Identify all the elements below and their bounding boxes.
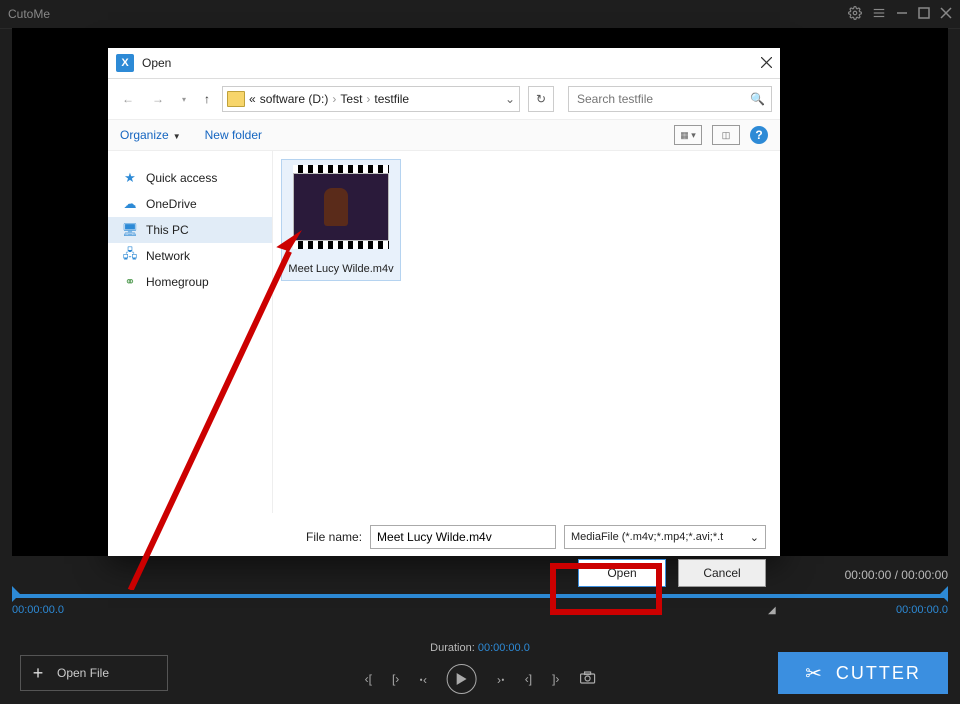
file-name-label: File name: bbox=[306, 530, 362, 544]
help-icon[interactable]: ? bbox=[750, 126, 768, 144]
path-seg-3[interactable]: testfile bbox=[374, 92, 409, 106]
file-name-label: Meet Lucy Wilde.m4v bbox=[288, 262, 393, 276]
address-bar[interactable]: « software (D:) › Test › testfile ⌄ bbox=[222, 86, 520, 112]
mark-in-icon[interactable]: [› bbox=[392, 672, 399, 686]
preview-pane-button[interactable]: ◫ bbox=[712, 125, 740, 145]
star-icon: ★ bbox=[122, 170, 138, 186]
nav-back-icon[interactable]: ← bbox=[116, 90, 140, 108]
open-file-label: Open File bbox=[57, 666, 109, 680]
video-thumbnail bbox=[293, 173, 389, 241]
file-open-dialog: X Open ← → ▾ ↑ « software (D:) › Test › … bbox=[108, 48, 780, 556]
play-button[interactable] bbox=[447, 664, 477, 694]
camera-icon[interactable] bbox=[579, 671, 595, 687]
chevron-right-icon[interactable]: › bbox=[332, 92, 336, 106]
folder-icon bbox=[227, 91, 245, 107]
refresh-button[interactable]: ↻ bbox=[528, 86, 554, 112]
organize-menu[interactable]: Organize▼ bbox=[120, 128, 181, 142]
goto-start-icon[interactable]: ‹[ bbox=[365, 672, 372, 686]
timeline-start-time: 00:00:00.0 bbox=[12, 604, 64, 616]
mark-out-icon[interactable]: ‹] bbox=[525, 672, 532, 686]
dialog-toolbar: Organize▼ New folder ▦ ▾ ◫ ? bbox=[108, 119, 780, 151]
cancel-button[interactable]: Cancel bbox=[678, 559, 766, 587]
search-input[interactable] bbox=[575, 91, 750, 107]
cloud-icon: ☁ bbox=[122, 196, 138, 212]
timeline-end-time: 00:00:00.0 bbox=[896, 604, 948, 616]
dialog-titlebar: X Open bbox=[108, 48, 780, 79]
dialog-title: Open bbox=[142, 56, 171, 70]
file-type-filter[interactable]: MediaFile (*.m4v;*.mp4;*.avi;*.t⌄ bbox=[564, 525, 766, 549]
open-file-button[interactable]: + Open File bbox=[20, 655, 168, 691]
menu-icon[interactable] bbox=[872, 6, 886, 23]
nav-recent-icon[interactable]: ▾ bbox=[176, 93, 192, 106]
settings-icon[interactable] bbox=[848, 6, 862, 23]
search-icon: 🔍 bbox=[750, 92, 765, 106]
file-list-pane[interactable]: Meet Lucy Wilde.m4v bbox=[273, 151, 780, 513]
close-icon[interactable] bbox=[940, 7, 952, 22]
minimize-icon[interactable] bbox=[896, 7, 908, 22]
cutter-button[interactable]: ✂ CUTTER bbox=[778, 652, 948, 694]
nav-quick-access[interactable]: ★ Quick access bbox=[108, 165, 272, 191]
file-name-input[interactable] bbox=[370, 525, 556, 549]
dialog-nav: ← → ▾ ↑ « software (D:) › Test › testfil… bbox=[108, 79, 780, 119]
address-dropdown-icon[interactable]: ⌄ bbox=[505, 92, 515, 106]
chevron-right-icon[interactable]: › bbox=[366, 92, 370, 106]
path-seg-2[interactable]: Test bbox=[340, 92, 362, 106]
cutter-label: CUTTER bbox=[836, 663, 921, 684]
chevron-down-icon: ▼ bbox=[173, 132, 181, 141]
path-prefix: « bbox=[249, 92, 256, 106]
homegroup-icon: ⚭ bbox=[122, 274, 138, 290]
nav-homegroup[interactable]: ⚭ Homegroup bbox=[108, 269, 272, 295]
nav-this-pc[interactable]: 🖥 This PC bbox=[108, 217, 272, 243]
network-icon: 🖧 bbox=[122, 248, 138, 264]
nav-onedrive[interactable]: ☁ OneDrive bbox=[108, 191, 272, 217]
resize-grip-icon[interactable]: ◢ bbox=[768, 605, 778, 615]
goto-end-icon[interactable]: ]› bbox=[552, 672, 559, 686]
next-frame-icon[interactable]: ›ꞏ bbox=[497, 671, 505, 688]
dialog-app-icon: X bbox=[116, 54, 134, 72]
timeline-end-handle[interactable] bbox=[940, 586, 948, 602]
prev-frame-icon[interactable]: ꞏ‹ bbox=[419, 671, 427, 688]
nav-network[interactable]: 🖧 Network bbox=[108, 243, 272, 269]
file-item[interactable]: Meet Lucy Wilde.m4v bbox=[281, 159, 401, 281]
nav-up-icon[interactable]: ↑ bbox=[198, 90, 216, 108]
maximize-icon[interactable] bbox=[918, 7, 930, 22]
app-title: CutoMe bbox=[8, 7, 848, 21]
dialog-body: ★ Quick access ☁ OneDrive 🖥 This PC 🖧 Ne… bbox=[108, 151, 780, 513]
titlebar: CutoMe bbox=[0, 0, 960, 29]
time-display: 00:00:00 / 00:00:00 bbox=[845, 568, 948, 582]
nav-forward-icon[interactable]: → bbox=[146, 90, 170, 108]
chevron-down-icon: ⌄ bbox=[750, 531, 759, 544]
titlebar-controls bbox=[848, 6, 952, 23]
open-button[interactable]: Open bbox=[578, 559, 666, 587]
scissors-icon: ✂ bbox=[805, 661, 824, 686]
monitor-icon: 🖥 bbox=[122, 222, 138, 238]
dialog-close-icon[interactable] bbox=[761, 55, 772, 71]
dialog-footer: File name: MediaFile (*.m4v;*.mp4;*.avi;… bbox=[108, 513, 780, 617]
new-folder-button[interactable]: New folder bbox=[205, 128, 262, 142]
plus-icon: + bbox=[29, 664, 47, 682]
transport-controls: ‹[ [› ꞏ‹ ›ꞏ ‹] ]› bbox=[365, 664, 596, 694]
app-window: CutoMe 00:00:00 / 00:00:00 00:00:00 bbox=[0, 0, 960, 704]
search-box[interactable]: 🔍 bbox=[568, 86, 772, 112]
path-seg-1[interactable]: software (D:) bbox=[260, 92, 329, 106]
view-mode-button[interactable]: ▦ ▾ bbox=[674, 125, 702, 145]
navigation-pane: ★ Quick access ☁ OneDrive 🖥 This PC 🖧 Ne… bbox=[108, 151, 273, 513]
